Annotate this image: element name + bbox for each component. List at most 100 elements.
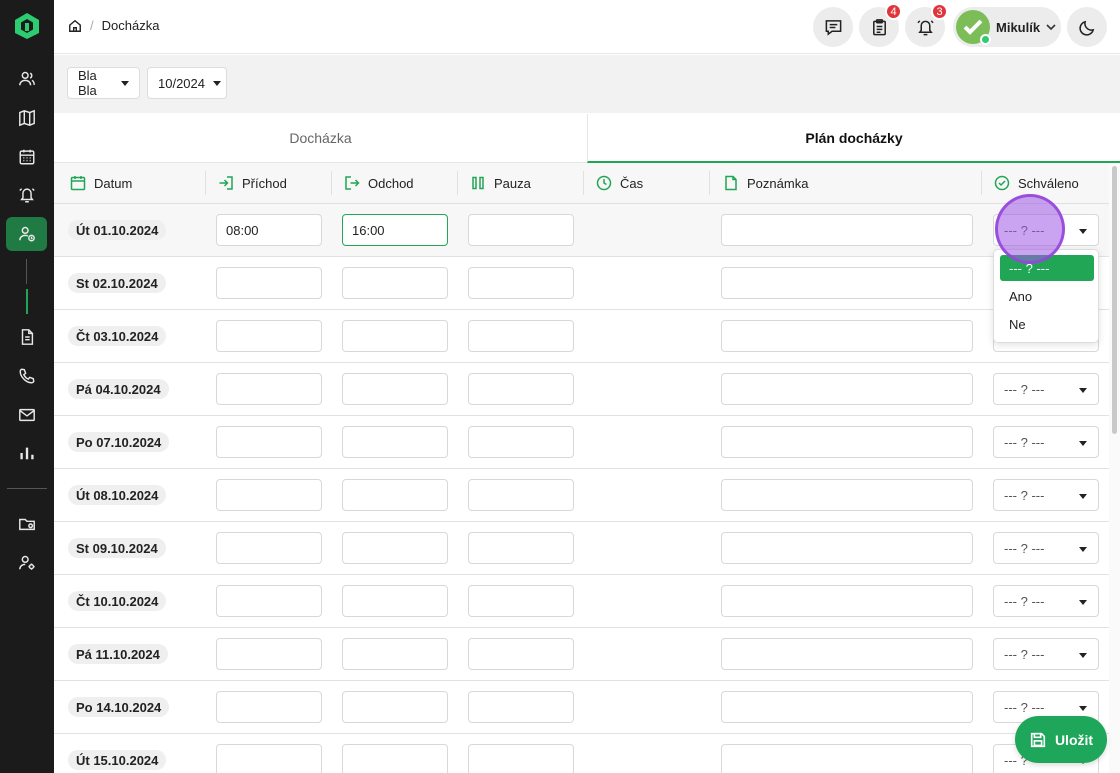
- approval-select-value: --- ? ---: [1004, 434, 1045, 450]
- row-date: Čt 03.10.2024: [68, 326, 167, 346]
- departure-input[interactable]: [342, 426, 448, 458]
- filter-bar: Bla Bla 10/2024: [54, 55, 1120, 113]
- pause-input[interactable]: [468, 214, 574, 246]
- note-input[interactable]: [721, 744, 973, 773]
- scrollbar-thumb[interactable]: [1112, 166, 1117, 434]
- column-date[interactable]: Datum: [70, 163, 132, 203]
- arrival-input[interactable]: [216, 532, 322, 564]
- arrival-input[interactable]: [216, 691, 322, 723]
- column-arrival[interactable]: Příchod: [218, 163, 287, 203]
- pause-input[interactable]: [468, 479, 574, 511]
- approval-select[interactable]: --- ? ---: [993, 479, 1099, 511]
- approval-select[interactable]: --- ? ---: [993, 585, 1099, 617]
- departure-input[interactable]: [342, 267, 448, 299]
- pause-input[interactable]: [468, 638, 574, 670]
- column-pause[interactable]: Pauza: [470, 163, 531, 203]
- sidebar-item-users[interactable]: [6, 62, 47, 96]
- departure-input[interactable]: [342, 373, 448, 405]
- sidebar-item-user-settings[interactable]: [6, 546, 47, 580]
- departure-input[interactable]: [342, 638, 448, 670]
- caret-down-icon: [1079, 706, 1087, 711]
- note-input[interactable]: [721, 267, 973, 299]
- sidebar-item-calls[interactable]: [6, 359, 47, 393]
- tab-attendance-plan[interactable]: Plán docházky: [587, 114, 1120, 163]
- note-input[interactable]: [721, 320, 973, 352]
- note-input[interactable]: [721, 638, 973, 670]
- departure-input[interactable]: [342, 532, 448, 564]
- row-date: Pá 04.10.2024: [68, 379, 169, 399]
- table-row: Út 01.10.202408:0016:00--- ? ---: [54, 204, 1109, 257]
- arrival-input[interactable]: 08:00: [216, 214, 322, 246]
- table-row: St 09.10.2024 --- ? ---: [54, 522, 1109, 575]
- note-input[interactable]: [721, 585, 973, 617]
- approval-option-yes[interactable]: Ano: [1000, 283, 1094, 309]
- notes-button[interactable]: 4: [859, 3, 902, 47]
- sidebar-item-folders[interactable]: [6, 507, 47, 541]
- arrival-input[interactable]: [216, 744, 322, 773]
- table-row: Út 08.10.2024 --- ? ---: [54, 469, 1109, 522]
- document-icon: [21, 329, 33, 345]
- pause-input[interactable]: [468, 373, 574, 405]
- pause-input[interactable]: [468, 426, 574, 458]
- sidebar-item-attendance[interactable]: [6, 217, 47, 251]
- note-input[interactable]: [721, 214, 973, 246]
- sidebar-item-mail[interactable]: [6, 398, 47, 432]
- departure-input[interactable]: [342, 744, 448, 773]
- arrival-input[interactable]: [216, 320, 322, 352]
- home-icon[interactable]: [68, 19, 82, 33]
- alerts-button[interactable]: 3: [905, 3, 948, 47]
- approval-select[interactable]: --- ? ---: [993, 373, 1099, 405]
- tab-attendance[interactable]: Docházka: [54, 114, 587, 162]
- column-time[interactable]: Čas: [596, 163, 643, 203]
- arrival-input[interactable]: [216, 267, 322, 299]
- pause-input[interactable]: [468, 744, 574, 773]
- breadcrumb: / Docházka: [68, 18, 159, 33]
- sidebar-item-alarms[interactable]: [6, 178, 47, 212]
- approval-select[interactable]: --- ? ---: [993, 532, 1099, 564]
- departure-input[interactable]: [342, 320, 448, 352]
- pause-input[interactable]: [468, 691, 574, 723]
- pause-input[interactable]: [468, 532, 574, 564]
- departure-input[interactable]: [342, 691, 448, 723]
- departure-input[interactable]: [342, 585, 448, 617]
- departure-input[interactable]: [342, 479, 448, 511]
- period-select[interactable]: 10/2024: [147, 67, 227, 99]
- sidebar-item-statistics[interactable]: [6, 436, 47, 470]
- save-button[interactable]: Uložit: [1015, 716, 1107, 763]
- pause-input[interactable]: [468, 585, 574, 617]
- sidebar-item-map[interactable]: [6, 101, 47, 135]
- note-input[interactable]: [721, 532, 973, 564]
- user-menu[interactable]: Mikulík: [953, 7, 1061, 47]
- arrival-input[interactable]: [216, 638, 322, 670]
- arrival-input[interactable]: [216, 426, 322, 458]
- theme-toggle-button[interactable]: [1067, 7, 1107, 47]
- column-divider: [709, 171, 710, 195]
- note-input[interactable]: [721, 479, 973, 511]
- column-note[interactable]: Poznámka: [723, 163, 808, 203]
- arrival-input[interactable]: [216, 373, 322, 405]
- sidebar-item-calendar[interactable]: [6, 140, 47, 174]
- approval-select[interactable]: --- ? ---: [993, 426, 1099, 458]
- sidebar-item-documents[interactable]: [6, 320, 47, 354]
- note-input[interactable]: [721, 691, 973, 723]
- person-select[interactable]: Bla Bla: [67, 67, 140, 99]
- approval-dropdown-menu: --- ? --- Ano Ne: [993, 249, 1099, 343]
- row-date: Po 14.10.2024: [68, 697, 170, 717]
- arrival-input[interactable]: [216, 479, 322, 511]
- column-departure[interactable]: Odchod: [344, 163, 414, 203]
- departure-input[interactable]: 16:00: [342, 214, 448, 246]
- approval-select-value: --- ? ---: [1004, 540, 1045, 556]
- arrival-input[interactable]: [216, 585, 322, 617]
- row-date: Út 01.10.2024: [68, 220, 167, 240]
- note-input[interactable]: [721, 426, 973, 458]
- approval-select-value: --- ? ---: [1004, 646, 1045, 662]
- folder-settings-icon: [18, 518, 35, 531]
- calendar-icon: [19, 149, 34, 165]
- app-logo[interactable]: [14, 12, 40, 40]
- pause-input[interactable]: [468, 320, 574, 352]
- note-input[interactable]: [721, 373, 973, 405]
- messages-button[interactable]: [813, 7, 853, 47]
- approval-option-no[interactable]: Ne: [1000, 311, 1094, 337]
- pause-input[interactable]: [468, 267, 574, 299]
- approval-select[interactable]: --- ? ---: [993, 638, 1099, 670]
